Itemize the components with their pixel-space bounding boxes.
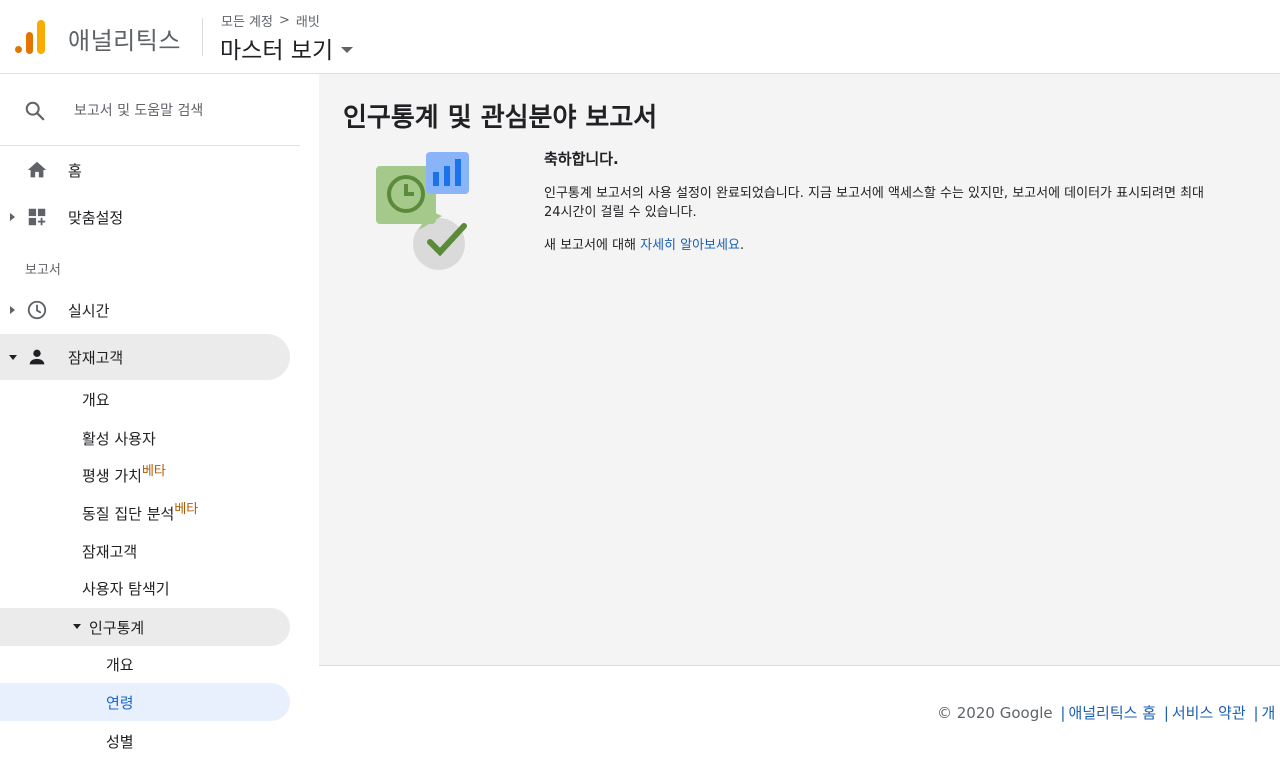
app-name[interactable]: 애널리틱스 [68, 21, 181, 56]
chevron-right-icon: > [278, 13, 290, 28]
sidebar-item-label: 개요 [106, 656, 134, 674]
congrats-heading: 축하합니다. [544, 150, 619, 168]
app-header: 애널리틱스 모든 계정 > 래빗 마스터 보기 [0, 0, 1280, 74]
person-icon [29, 349, 45, 365]
sidebar-item-label: 사용자 탐색기 [82, 580, 170, 598]
sidebar-subitem-lifetime-value[interactable]: 평생 가치베타 [0, 456, 290, 494]
sidebar-subitem-gender[interactable]: 성별 [0, 722, 290, 760]
sidebar-item-audience[interactable]: 잠재고객 [0, 334, 290, 380]
sidebar-subitem-demographics-overview[interactable]: 개요 [0, 645, 290, 683]
expand-arrow-icon[interactable] [10, 306, 15, 314]
sidebar-subitem-active-users[interactable]: 활성 사용자 [0, 419, 290, 457]
collapse-arrow-icon[interactable] [73, 624, 81, 629]
sidebar-item-realtime[interactable]: 실시간 [0, 287, 290, 333]
breadcrumb[interactable]: 모든 계정 > 래빗 [221, 11, 320, 30]
sidebar: 보고서 및 도움말 검색 홈 맞춤설정 보고서 실시간 잠재고객 개요 활성 사… [0, 74, 300, 768]
main-content: 인구통계 및 관심분야 보고서 축하합니다. 인구통계 보고서의 사용 설정이 … [319, 74, 1280, 666]
analytics-logo-icon[interactable] [15, 20, 47, 54]
sidebar-item-label: 잠재고객 [82, 543, 138, 561]
footer-copyright: © 2020 Google [937, 704, 1053, 722]
sidebar-item-label: 인구통계 [89, 619, 145, 637]
header-divider [202, 18, 203, 56]
sidebar-item-label: 연령 [106, 694, 134, 712]
footer-separator: | [1163, 704, 1169, 722]
view-selector[interactable]: 마스터 보기 [220, 31, 354, 65]
sidebar-subitem-user-explorer[interactable]: 사용자 탐색기 [0, 569, 290, 607]
view-name: 마스터 보기 [220, 38, 334, 64]
footer-link-analytics-home[interactable]: 애널리틱스 홈 [1068, 704, 1156, 722]
breadcrumb-property[interactable]: 래빗 [296, 11, 320, 30]
sidebar-item-home[interactable]: 홈 [0, 147, 290, 193]
footer: © 2020 Google | 애널리틱스 홈 | 서비스 약관 | 개 [937, 702, 1275, 723]
search-input[interactable]: 보고서 및 도움말 검색 [74, 100, 203, 120]
page-title: 인구통계 및 관심분야 보고서 [343, 103, 658, 133]
footer-separator: | [1253, 704, 1259, 722]
sidebar-subitem-age[interactable]: 연령 [0, 683, 290, 721]
footer-link-terms[interactable]: 서비스 약관 [1172, 704, 1246, 722]
learn-more-prefix: 새 보고서에 대해 [544, 238, 641, 253]
beta-badge: 베타 [141, 464, 166, 479]
setup-complete-message: 인구통계 보고서의 사용 설정이 완료되었습니다. 지금 보고서에 액세스할 수… [544, 186, 1204, 220]
sidebar-item-label: 활성 사용자 [82, 430, 156, 448]
sidebar-item-label: 동질 집단 분석 [82, 505, 175, 523]
reports-section-label: 보고서 [25, 263, 61, 278]
clock-icon [27, 300, 47, 320]
search-icon [25, 101, 45, 121]
learn-more-suffix: . [739, 238, 745, 253]
beta-badge: 베타 [174, 502, 199, 517]
footer-link-more[interactable]: 개 [1262, 704, 1276, 722]
sidebar-subitem-cohort[interactable]: 동질 집단 분석베타 [0, 494, 290, 532]
learn-more-line: 새 보고서에 대해 자세히 알아보세요. [544, 234, 744, 253]
footer-separator: | [1060, 704, 1066, 722]
sidebar-item-label: 개요 [82, 391, 110, 409]
learn-more-link[interactable]: 자세히 알아보세요 [640, 238, 740, 253]
collapse-arrow-icon[interactable] [9, 355, 17, 360]
sidebar-item-label: 잠재고객 [68, 349, 124, 367]
sidebar-item-label: 실시간 [68, 302, 110, 320]
dashboard-plus-icon [28, 208, 46, 226]
sidebar-item-customization[interactable]: 맞춤설정 [0, 194, 290, 240]
sidebar-subitem-audiences[interactable]: 잠재고객 [0, 532, 290, 570]
sidebar-item-label: 성별 [106, 733, 134, 751]
caret-down-icon [341, 47, 354, 53]
sidebar-subitem-overview[interactable]: 개요 [0, 380, 290, 418]
sidebar-item-label: 평생 가치 [82, 467, 142, 485]
home-icon [27, 161, 47, 178]
sidebar-subitem-demographics[interactable]: 인구통계 [0, 608, 290, 646]
sidebar-item-label: 맞춤설정 [68, 209, 124, 227]
expand-arrow-icon[interactable] [10, 213, 15, 221]
report-ready-illustration-icon [376, 152, 469, 270]
sidebar-item-label: 홈 [68, 162, 82, 180]
sidebar-search[interactable]: 보고서 및 도움말 검색 [0, 74, 300, 146]
breadcrumb-all-accounts[interactable]: 모든 계정 [221, 11, 273, 30]
